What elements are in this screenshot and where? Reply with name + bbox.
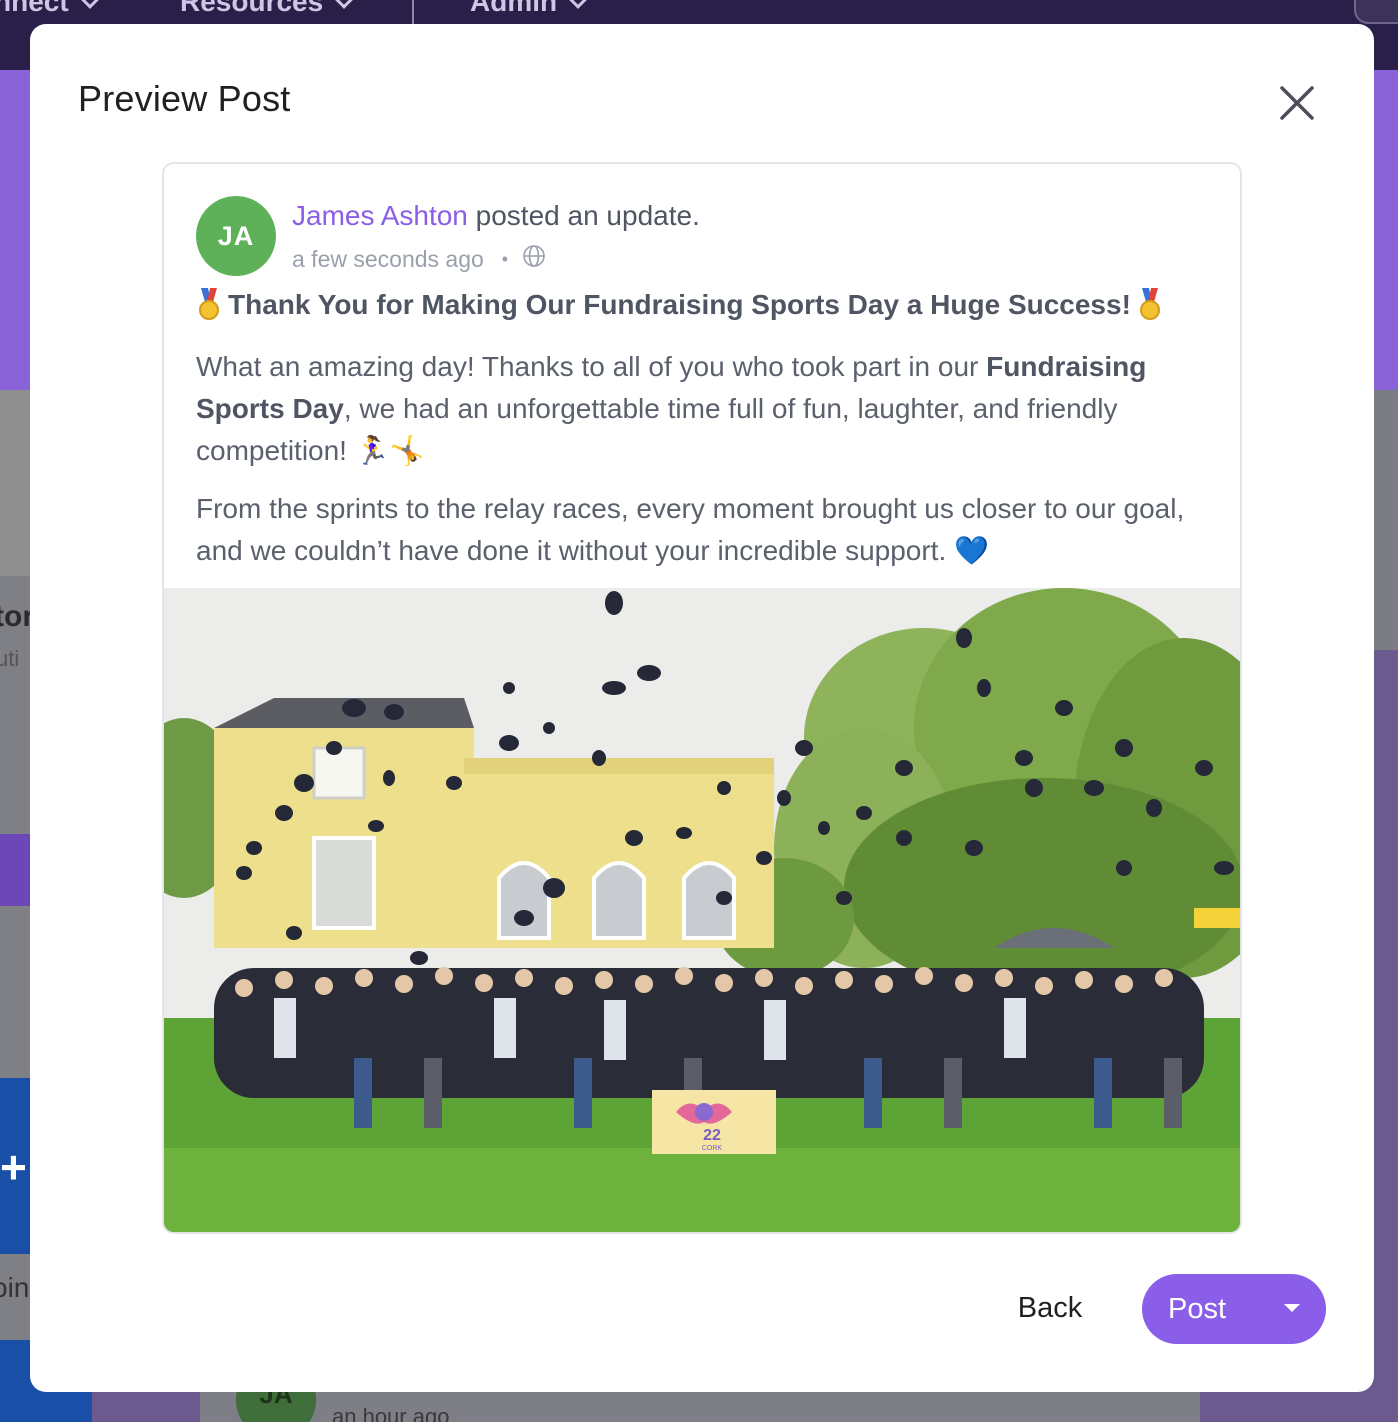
medal-icon (196, 288, 222, 322)
post-button[interactable]: Post (1142, 1274, 1326, 1344)
nav-resources[interactable]: Resources (180, 0, 355, 18)
post-paragraph: From the sprints to the relay races, eve… (196, 493, 1185, 566)
post-timestamp: a few seconds ago (292, 245, 484, 272)
nav-admin[interactable]: Admin (470, 0, 589, 18)
left-text-fragment: oin (0, 1272, 30, 1303)
chevron-down-icon (568, 0, 589, 9)
banner-sub: CORK (702, 1145, 723, 1152)
post-paragraph: What an amazing day! Thanks to all of yo… (196, 346, 1216, 472)
left-subtitle-fragment: uti (0, 646, 20, 671)
post-meta: a few seconds ago • (292, 244, 546, 274)
post-image[interactable]: 22 CORK (164, 588, 1240, 1232)
medal-icon (1137, 288, 1163, 322)
post-author-line: James Ashton posted an update. (292, 200, 700, 232)
post-button-label: Post (1168, 1292, 1227, 1325)
chevron-down-icon (79, 0, 100, 9)
banner-number: 22 (703, 1127, 721, 1144)
post-title-text: Thank You for Making Our Fundraising Spo… (228, 289, 1131, 320)
plus-icon: + (0, 1141, 27, 1193)
caret-down-icon[interactable] (1284, 1304, 1300, 1312)
chevron-down-icon (334, 0, 355, 9)
nav-label: nnect (0, 0, 69, 17)
back-button[interactable]: Back (1000, 1278, 1100, 1338)
post-preview-card: JA James Ashton posted an update. a few … (162, 162, 1242, 1234)
left-title-fragment: tor (0, 600, 34, 633)
search-icon[interactable] (1354, 0, 1398, 24)
avatar: JA (196, 196, 276, 276)
globe-icon (522, 244, 546, 274)
preview-post-modal: Preview Post JA James Ashton posted an u… (30, 24, 1374, 1392)
text-run: What an amazing day! Thanks to all of yo… (196, 351, 987, 382)
nav-label: Resources (180, 0, 324, 17)
nav-connect[interactable]: nnect (0, 0, 100, 18)
right-panel (1374, 390, 1398, 650)
modal-title: Preview Post (78, 78, 291, 119)
nav-label: Admin (470, 0, 558, 17)
feed-timestamp: an hour ago (332, 1404, 450, 1422)
author-name-link[interactable]: James Ashton (292, 200, 468, 231)
nav-divider (412, 0, 414, 24)
post-action-text: posted an update. (467, 200, 700, 231)
meta-separator: • (501, 248, 509, 269)
post-body: What an amazing day! Thanks to all of yo… (196, 346, 1216, 588)
close-icon[interactable] (1274, 80, 1320, 126)
post-title: Thank You for Making Our Fundraising Spo… (196, 288, 1163, 322)
